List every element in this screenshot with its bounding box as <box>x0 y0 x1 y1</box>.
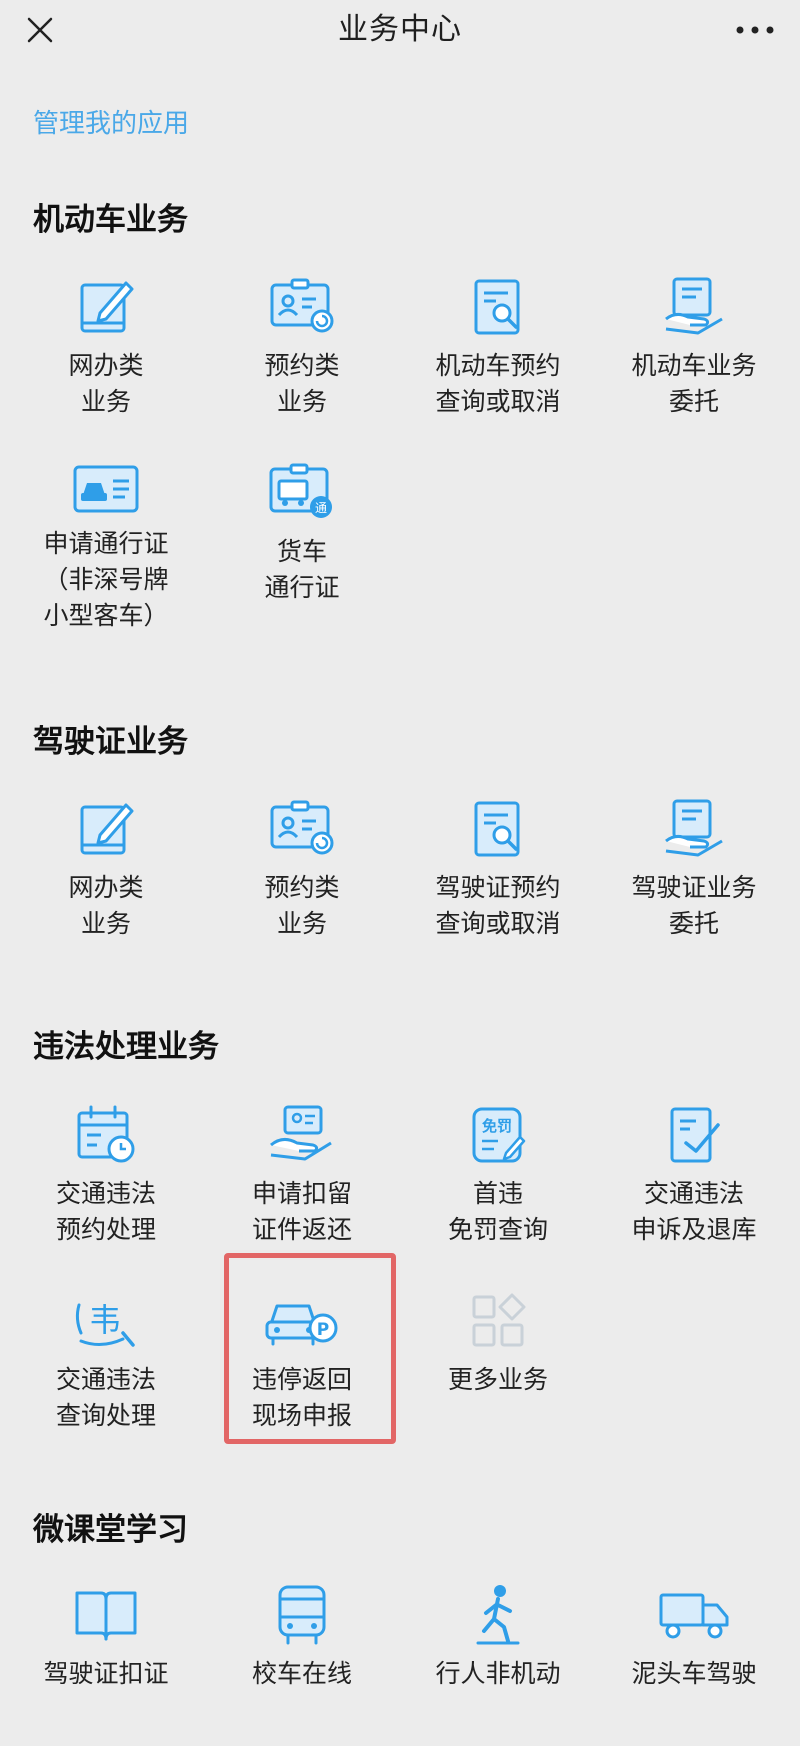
service-label: 货车 通行证 <box>264 537 340 602</box>
section-grid-microclass: 驾驶证扣证 校车在线 行人非机动 泥头车驾驶 <box>0 1570 800 1746</box>
section-grid-violation: 交通违法 预约处理 申请扣留 证件返还 免罚 首违 免罚查询 交通违法 申诉及退… <box>0 1090 800 1452</box>
service-item[interactable]: 行人非机动 <box>400 1570 596 1746</box>
service-item[interactable]: 更多业务 <box>400 1276 596 1452</box>
page: 业务中心 管理我的应用 机动车业务 网办类 业务 预约类 业务 机动车预约 查询… <box>0 0 800 1694</box>
service-item[interactable]: 驾驶证预约 查询或取消 <box>400 784 596 960</box>
edit-pad-icon <box>69 792 143 866</box>
service-label: 泥头车驾驶 <box>631 1659 757 1688</box>
calendar-clock-icon <box>69 1098 143 1172</box>
manage-apps-link[interactable]: 管理我的应用 <box>33 106 189 142</box>
svg-text:P: P <box>317 1320 329 1340</box>
document-search-icon <box>461 270 535 344</box>
bus-icon <box>265 1578 339 1652</box>
service-label: 申请扣留 证件返还 <box>251 1179 352 1244</box>
id-card-refresh-icon <box>265 792 339 866</box>
service-label: 机动车业务 委托 <box>631 351 757 416</box>
hand-document-icon <box>657 792 731 866</box>
service-label: 网办类 业务 <box>68 351 144 416</box>
more-button[interactable] <box>730 10 780 50</box>
service-item[interactable]: 韦 交通违法 查询处理 <box>8 1276 204 1452</box>
section-grid-license: 网办类 业务 预约类 业务 驾驶证预约 查询或取消 驾驶证业务 委托 <box>0 784 800 960</box>
parking-car-icon: P <box>265 1284 339 1358</box>
service-item[interactable]: 交通违法 申诉及退库 <box>596 1090 792 1266</box>
service-item[interactable]: 免罚 首违 免罚查询 <box>400 1090 596 1266</box>
service-item[interactable]: 机动车预约 查询或取消 <box>400 262 596 438</box>
svg-text:通: 通 <box>315 501 327 515</box>
service-item[interactable]: 驾驶证业务 委托 <box>596 784 792 960</box>
service-item[interactable]: 网办类 业务 <box>8 262 204 438</box>
service-item-highlighted[interactable]: P 违停返回 现场申报 <box>204 1276 400 1452</box>
service-item[interactable]: 申请通行证 （非深号牌 小型客车） <box>8 448 204 634</box>
service-item[interactable]: 申请扣留 证件返还 <box>204 1090 400 1266</box>
top-bar: 业务中心 <box>0 0 800 62</box>
service-item[interactable]: 泥头车驾驶 <box>596 1570 792 1746</box>
id-card-refresh-icon <box>265 270 339 344</box>
service-label: 交通违法 查询处理 <box>55 1365 156 1430</box>
service-item[interactable]: 校车在线 <box>204 1570 400 1746</box>
section-grid-vehicle: 网办类 业务 预约类 业务 机动车预约 查询或取消 机动车业务 委托 申请通行证… <box>0 262 800 634</box>
hand-document-icon <box>657 270 731 344</box>
service-label: 网办类 业务 <box>68 873 144 938</box>
section-title-vehicle: 机动车业务 <box>33 202 188 238</box>
violation-search-icon: 韦 <box>69 1284 143 1358</box>
svg-text:免罚: 免罚 <box>482 1117 512 1135</box>
section-title-license: 驾驶证业务 <box>33 724 188 760</box>
walking-person-icon <box>461 1578 535 1652</box>
document-search-icon <box>461 792 535 866</box>
service-label: 申请通行证 （非深号牌 小型客车） <box>43 529 169 630</box>
service-label: 预约类 业务 <box>264 351 340 416</box>
service-label: 校车在线 <box>251 1659 352 1688</box>
service-label: 更多业务 <box>447 1365 548 1394</box>
service-item[interactable]: 网办类 业务 <box>8 784 204 960</box>
service-label: 驾驶证扣证 <box>43 1659 169 1688</box>
page-title: 业务中心 <box>338 12 462 47</box>
dump-truck-icon <box>657 1578 731 1652</box>
service-item[interactable]: 预约类 业务 <box>204 262 400 438</box>
document-check-icon <box>657 1098 731 1172</box>
service-label: 违停返回 现场申报 <box>251 1365 352 1430</box>
svg-text:韦: 韦 <box>89 1301 121 1339</box>
service-label: 交通违法 申诉及退库 <box>631 1179 757 1244</box>
section-title-microclass: 微课堂学习 <box>33 1512 188 1548</box>
hand-card-icon <box>265 1098 339 1172</box>
service-label: 行人非机动 <box>435 1659 561 1688</box>
service-label: 驾驶证预约 查询或取消 <box>435 873 561 938</box>
service-label: 驾驶证业务 委托 <box>631 873 757 938</box>
service-label: 首违 免罚查询 <box>447 1179 548 1244</box>
edit-pad-icon <box>69 270 143 344</box>
service-label: 预约类 业务 <box>264 873 340 938</box>
service-item[interactable]: 通 货车 通行证 <box>204 448 400 624</box>
truck-pass-icon: 通 <box>265 456 339 530</box>
exemption-icon: 免罚 <box>461 1098 535 1172</box>
car-card-icon <box>69 456 143 522</box>
book-icon <box>69 1578 143 1652</box>
service-label: 机动车预约 查询或取消 <box>435 351 561 416</box>
service-item[interactable]: 机动车业务 委托 <box>596 262 792 438</box>
section-title-violation: 违法处理业务 <box>33 1029 219 1065</box>
service-item[interactable]: 交通违法 预约处理 <box>8 1090 204 1266</box>
more-icon <box>736 26 774 34</box>
service-item[interactable]: 预约类 业务 <box>204 784 400 960</box>
service-item[interactable]: 驾驶证扣证 <box>8 1570 204 1746</box>
grid-more-icon <box>461 1284 535 1358</box>
service-label: 交通违法 预约处理 <box>55 1179 156 1244</box>
